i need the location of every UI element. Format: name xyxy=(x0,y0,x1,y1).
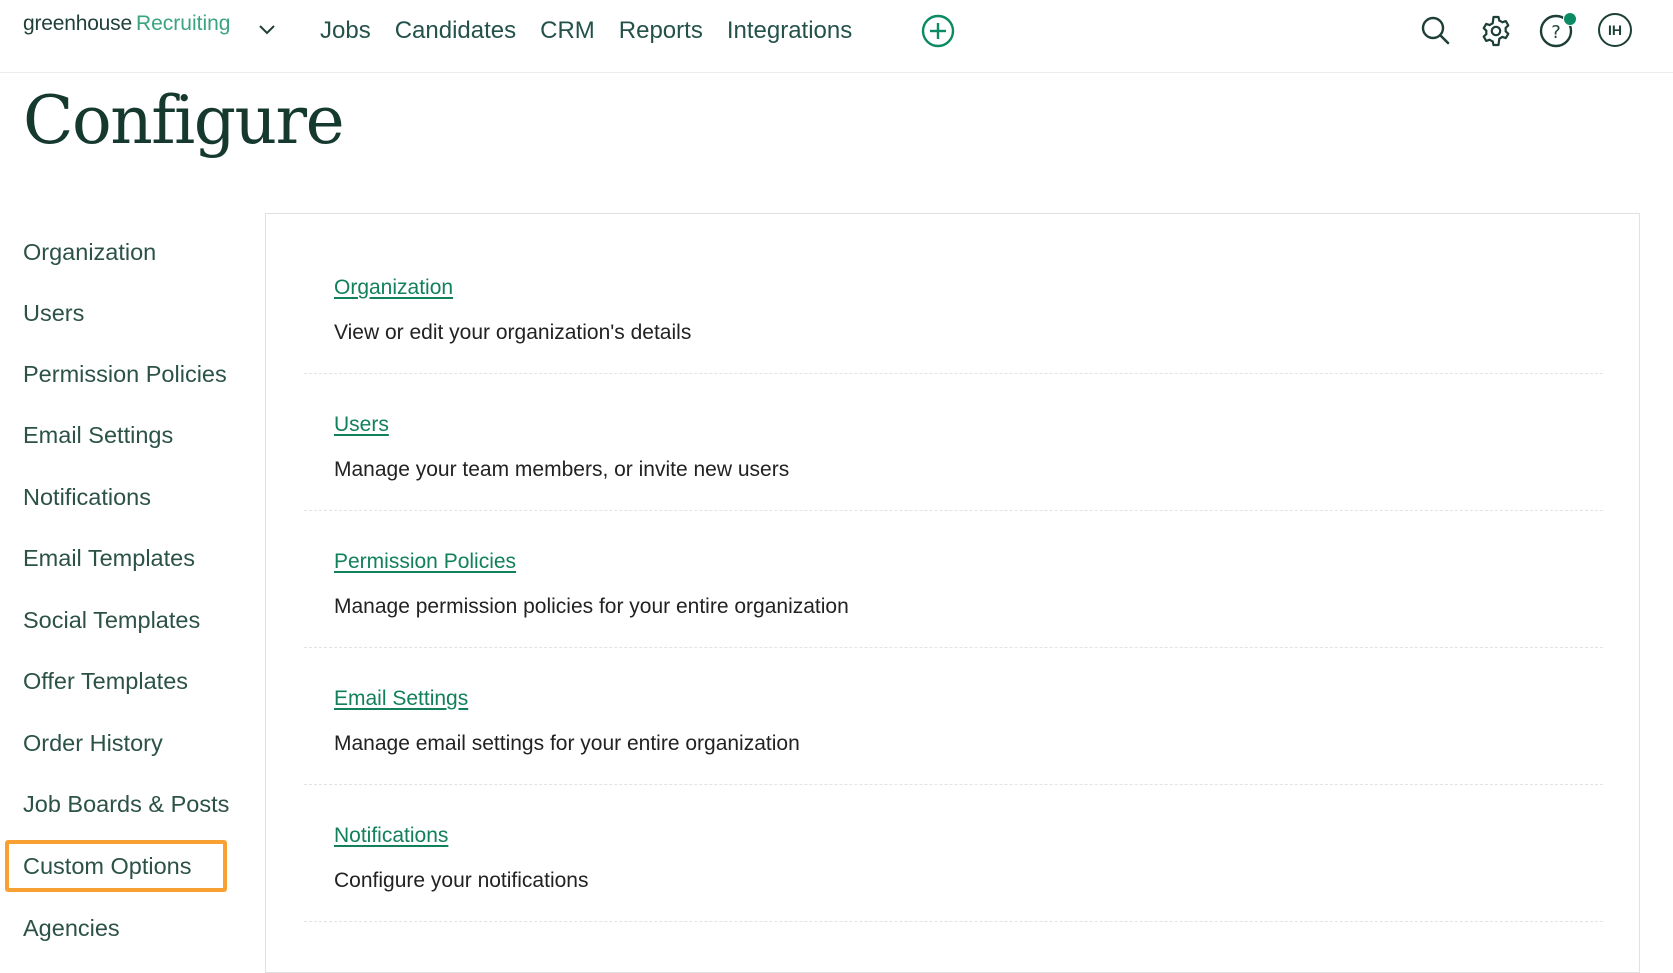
sidebar-item-agencies[interactable]: Agencies xyxy=(23,913,120,943)
divider xyxy=(304,784,1603,785)
section-email-settings: Email Settings Manage email settings for… xyxy=(334,686,1604,755)
logo-product-text: Recruiting xyxy=(135,12,231,35)
top-navigation-bar: greenhouse Recruiting Jobs Candidates CR… xyxy=(0,0,1673,73)
section-permission-policies: Permission Policies Manage permission po… xyxy=(334,549,1604,618)
sidebar-item-users[interactable]: Users xyxy=(23,298,84,328)
gear-icon[interactable] xyxy=(1477,12,1515,50)
section-link-email-settings[interactable]: Email Settings xyxy=(334,686,468,712)
divider xyxy=(304,373,1603,374)
section-description: Manage permission policies for your enti… xyxy=(334,595,849,618)
nav-jobs[interactable]: Jobs xyxy=(320,14,371,48)
section-users: Users Manage your team members, or invit… xyxy=(334,412,1604,481)
notification-dot xyxy=(1563,12,1577,26)
nav-candidates[interactable]: Candidates xyxy=(395,14,516,48)
section-description: Configure your notifications xyxy=(334,869,589,892)
section-description: View or edit your organization's details xyxy=(334,321,692,344)
sidebar-item-order-history[interactable]: Order History xyxy=(23,728,163,758)
divider xyxy=(304,921,1603,922)
section-notifications: Notifications Configure your notificatio… xyxy=(334,823,1604,892)
sidebar-item-offer-templates[interactable]: Offer Templates xyxy=(23,666,188,696)
logo-brand-text: greenhouse xyxy=(23,12,132,35)
section-link-notifications[interactable]: Notifications xyxy=(334,823,448,849)
divider xyxy=(304,647,1603,648)
divider xyxy=(304,510,1603,511)
user-avatar[interactable]: IH xyxy=(1598,13,1632,47)
greenhouse-logo[interactable]: greenhouse Recruiting xyxy=(23,12,230,46)
section-link-permission-policies[interactable]: Permission Policies xyxy=(334,549,516,575)
sidebar-item-email-settings[interactable]: Email Settings xyxy=(23,420,173,450)
nav-crm[interactable]: CRM xyxy=(540,14,595,48)
search-icon[interactable] xyxy=(1417,12,1455,50)
section-description: Manage email settings for your entire or… xyxy=(334,732,800,755)
section-organization: Organization View or edit your organizat… xyxy=(334,275,1604,344)
sidebar-item-permission-policies[interactable]: Permission Policies xyxy=(23,359,227,389)
section-link-organization[interactable]: Organization xyxy=(334,275,453,301)
main-nav: Jobs Candidates CRM Reports Integrations xyxy=(320,14,876,48)
page-title: Configure xyxy=(23,82,345,159)
chevron-down-icon[interactable] xyxy=(257,22,277,36)
sidebar-item-email-templates[interactable]: Email Templates xyxy=(23,543,195,573)
nav-integrations[interactable]: Integrations xyxy=(727,14,852,48)
sidebar-item-custom-options[interactable]: Custom Options xyxy=(23,851,191,881)
sidebar-item-social-templates[interactable]: Social Templates xyxy=(23,605,200,635)
section-description: Manage your team members, or invite new … xyxy=(334,458,790,481)
sidebar-item-organization[interactable]: Organization xyxy=(23,237,156,267)
plus-circle-icon[interactable] xyxy=(921,14,955,48)
svg-text:?: ? xyxy=(1551,22,1561,43)
section-link-users[interactable]: Users xyxy=(334,412,389,438)
configure-card: Organization View or edit your organizat… xyxy=(265,213,1640,973)
nav-reports[interactable]: Reports xyxy=(619,14,703,48)
sidebar-item-job-boards-posts[interactable]: Job Boards & Posts xyxy=(23,789,229,819)
sidebar-item-notifications[interactable]: Notifications xyxy=(23,482,151,512)
